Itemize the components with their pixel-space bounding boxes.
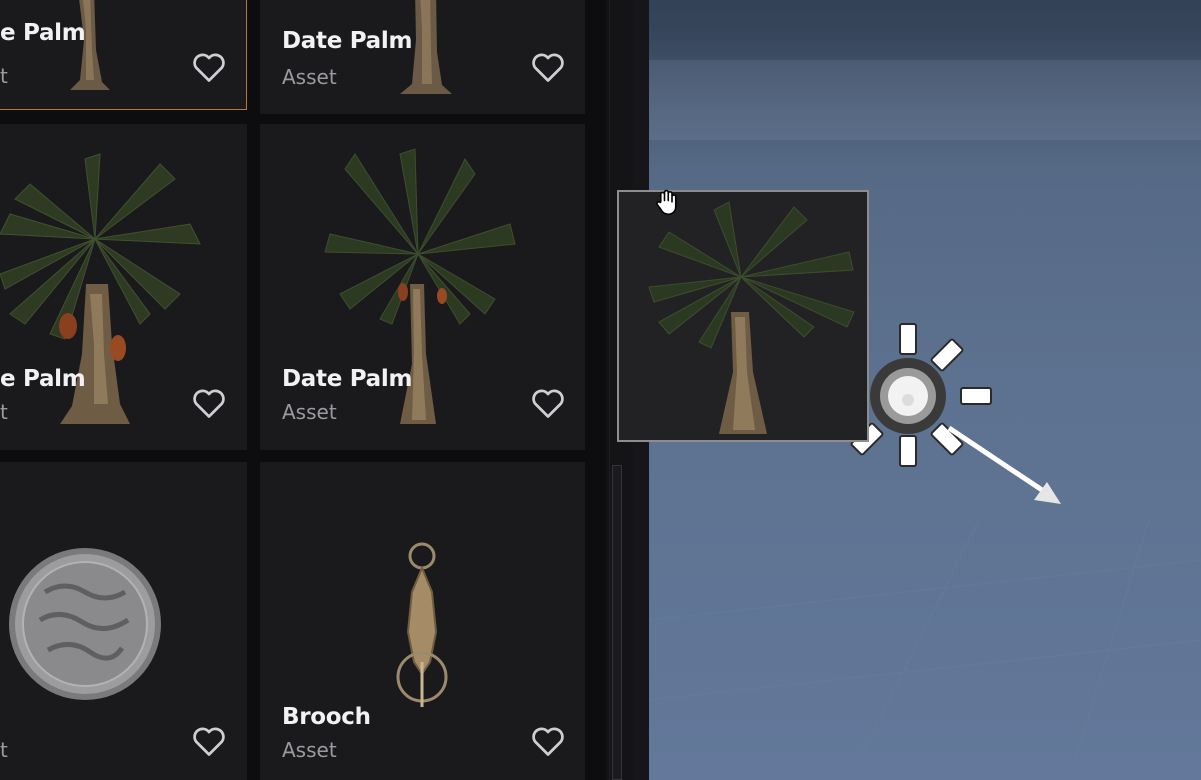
asset-subtitle: t bbox=[0, 64, 8, 88]
asset-card-coin[interactable]: t bbox=[0, 462, 247, 780]
asset-title: e Palm bbox=[0, 366, 86, 392]
asset-title: e Palm bbox=[0, 20, 86, 46]
asset-card-date-palm-1[interactable]: e Palm t bbox=[0, 0, 247, 110]
asset-title: Date Palm bbox=[282, 366, 413, 392]
asset-card-date-palm-2[interactable]: Date Palm Asset bbox=[260, 0, 585, 114]
heart-outline-icon[interactable] bbox=[191, 724, 227, 758]
asset-title: Brooch bbox=[282, 704, 371, 730]
asset-card-date-palm-4[interactable]: Date Palm Asset bbox=[260, 124, 585, 450]
heart-outline-icon[interactable] bbox=[530, 50, 566, 84]
heart-outline-icon[interactable] bbox=[191, 386, 227, 420]
asset-subtitle: t bbox=[0, 400, 8, 424]
asset-subtitle: t bbox=[0, 738, 8, 762]
asset-card-date-palm-3[interactable]: e Palm t bbox=[0, 124, 247, 450]
heart-outline-icon[interactable] bbox=[191, 50, 227, 84]
panel-scrollbar-thumb[interactable] bbox=[612, 465, 622, 780]
asset-subtitle: Asset bbox=[282, 65, 337, 89]
drag-preview-date-palm bbox=[648, 201, 855, 434]
asset-browser-panel: e Palm t Date Palm Asset e Palm t Date P… bbox=[0, 0, 606, 780]
heart-outline-icon[interactable] bbox=[530, 724, 566, 758]
drag-preview-thumbnail bbox=[617, 190, 869, 442]
asset-subtitle: Asset bbox=[282, 738, 337, 762]
asset-card-brooch[interactable]: Brooch Asset bbox=[260, 462, 585, 780]
hand-grab-icon bbox=[656, 189, 677, 216]
asset-title: Date Palm bbox=[282, 28, 413, 54]
asset-subtitle: Asset bbox=[282, 400, 337, 424]
heart-outline-icon[interactable] bbox=[530, 386, 566, 420]
